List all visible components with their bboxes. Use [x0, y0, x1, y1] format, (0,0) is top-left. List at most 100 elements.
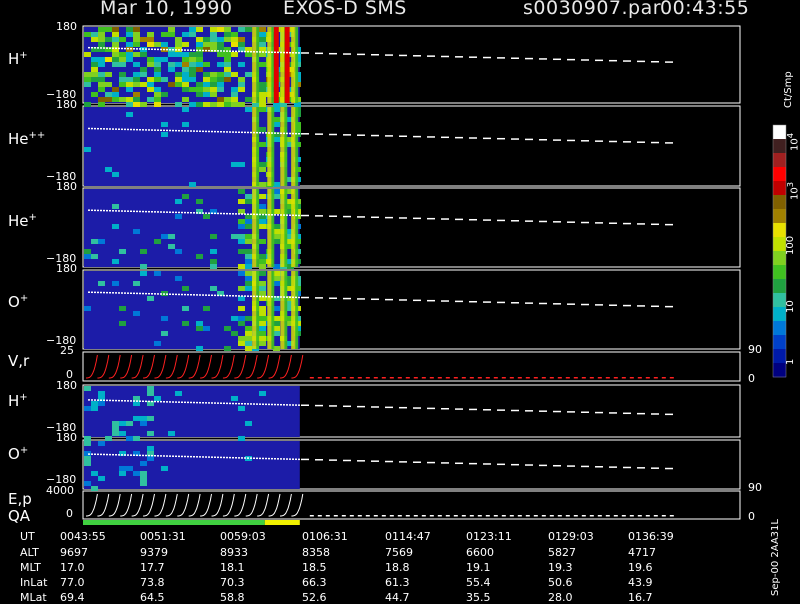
trace-dot — [217, 456, 219, 459]
trace-dot — [205, 49, 207, 52]
spectrogram-cell — [259, 194, 266, 199]
trace-dot — [226, 402, 228, 405]
table-cell: 52.6 — [302, 591, 327, 604]
trace-dot — [309, 515, 314, 517]
trace-dot — [238, 402, 240, 405]
spectrogram-cell — [217, 82, 224, 87]
trace-dot — [115, 454, 117, 456]
trace-dot — [88, 291, 90, 293]
table-cell: 43.9 — [628, 576, 653, 589]
trace-dot — [357, 460, 365, 462]
trace-dot — [115, 47, 117, 50]
spectrogram-cell — [105, 92, 112, 97]
trace-dot — [329, 215, 337, 217]
ytick-p6-top: 180 — [56, 431, 77, 444]
spectrogram-cell — [189, 102, 196, 107]
spectrogram-cell — [84, 77, 91, 82]
table-cell: 69.4 — [60, 591, 85, 604]
spectrogram-cell — [210, 87, 217, 92]
trace-dot — [511, 409, 519, 412]
spectrogram-cell — [224, 346, 231, 351]
trace-dot — [295, 214, 297, 217]
trace-dot — [477, 377, 482, 379]
trace-dot — [298, 132, 300, 135]
trace-dot — [565, 515, 570, 517]
spectrogram-cell — [98, 281, 105, 286]
spectrogram-cell — [259, 264, 266, 269]
trace-dot — [357, 298, 365, 300]
spectrogram-cell — [105, 57, 112, 62]
spectrogram-cell — [196, 87, 203, 92]
trace-dot — [97, 47, 99, 49]
table-cell: 19.6 — [628, 561, 653, 574]
trace-dot — [637, 412, 645, 415]
trace-dot — [145, 292, 147, 295]
trace-dot — [214, 130, 216, 133]
trace-dot — [621, 377, 626, 379]
spectrogram-cell — [245, 249, 252, 254]
trace-dot — [226, 212, 228, 215]
spectrogram-cell — [245, 336, 252, 341]
trace-dot — [469, 218, 477, 221]
spectrogram-cell — [175, 102, 182, 107]
spectrogram-cell — [196, 92, 203, 97]
trace-dot — [103, 47, 105, 49]
trace-dot — [229, 402, 231, 405]
trace-dot — [385, 406, 393, 409]
spectrogram-cell — [196, 346, 203, 351]
spectrogram-stripe — [284, 27, 290, 103]
table-cell: 58.8 — [220, 591, 245, 604]
trace-dot — [262, 295, 264, 298]
spectrogram-cell — [154, 62, 161, 67]
trace-dot — [256, 295, 258, 298]
trace-dot — [497, 409, 505, 411]
spectrogram-cell — [203, 77, 210, 82]
trace-dot — [232, 295, 234, 297]
trace-dot — [190, 212, 192, 214]
trace-dot — [280, 458, 282, 460]
trace-dot — [148, 48, 150, 50]
trace-dot — [469, 462, 477, 465]
trace-dot — [509, 377, 514, 379]
trace-dot — [621, 515, 626, 517]
trace-dot — [256, 131, 258, 134]
trace-dot — [196, 401, 198, 404]
spectrogram-cell — [203, 87, 210, 92]
spectrogram-cell — [98, 391, 105, 396]
trace-dot — [357, 53, 365, 56]
spectrogram-cell — [168, 82, 175, 87]
trace-dot — [253, 51, 255, 53]
spectrogram-cell — [175, 37, 182, 42]
spectrogram-cell — [154, 72, 161, 77]
trace-dot — [100, 399, 102, 401]
spectrogram-cell — [147, 416, 154, 421]
trace-dot — [214, 294, 216, 297]
spectrogram-cell — [133, 102, 140, 107]
trace-dot — [88, 209, 90, 211]
spectrogram-cell — [217, 52, 224, 57]
spectrogram-cell — [133, 52, 140, 57]
trace-dot — [549, 377, 554, 379]
spectrogram-cell — [98, 239, 105, 244]
spectrogram-cell — [196, 199, 203, 204]
spectrogram-cell — [91, 57, 98, 62]
spectrogram-cell — [140, 481, 147, 486]
trace-dot — [609, 140, 617, 143]
trace-dot — [373, 515, 378, 517]
spectrogram-cell — [175, 72, 182, 77]
trace-dot — [389, 515, 394, 517]
spectrogram-cell — [175, 276, 182, 281]
trace-dot — [441, 136, 449, 139]
trace-dot — [289, 404, 291, 406]
trace-dot — [250, 50, 252, 53]
spectrogram-cell — [238, 234, 245, 239]
trace-dot — [142, 210, 144, 213]
trace-dot — [413, 407, 421, 409]
spectrogram-cell — [140, 67, 147, 72]
trace-dot — [220, 131, 222, 133]
trace-dot — [235, 131, 237, 133]
trace-dot — [205, 294, 207, 296]
trace-dot — [103, 399, 105, 402]
trace-dot — [151, 454, 153, 457]
trace-dot — [274, 214, 276, 216]
